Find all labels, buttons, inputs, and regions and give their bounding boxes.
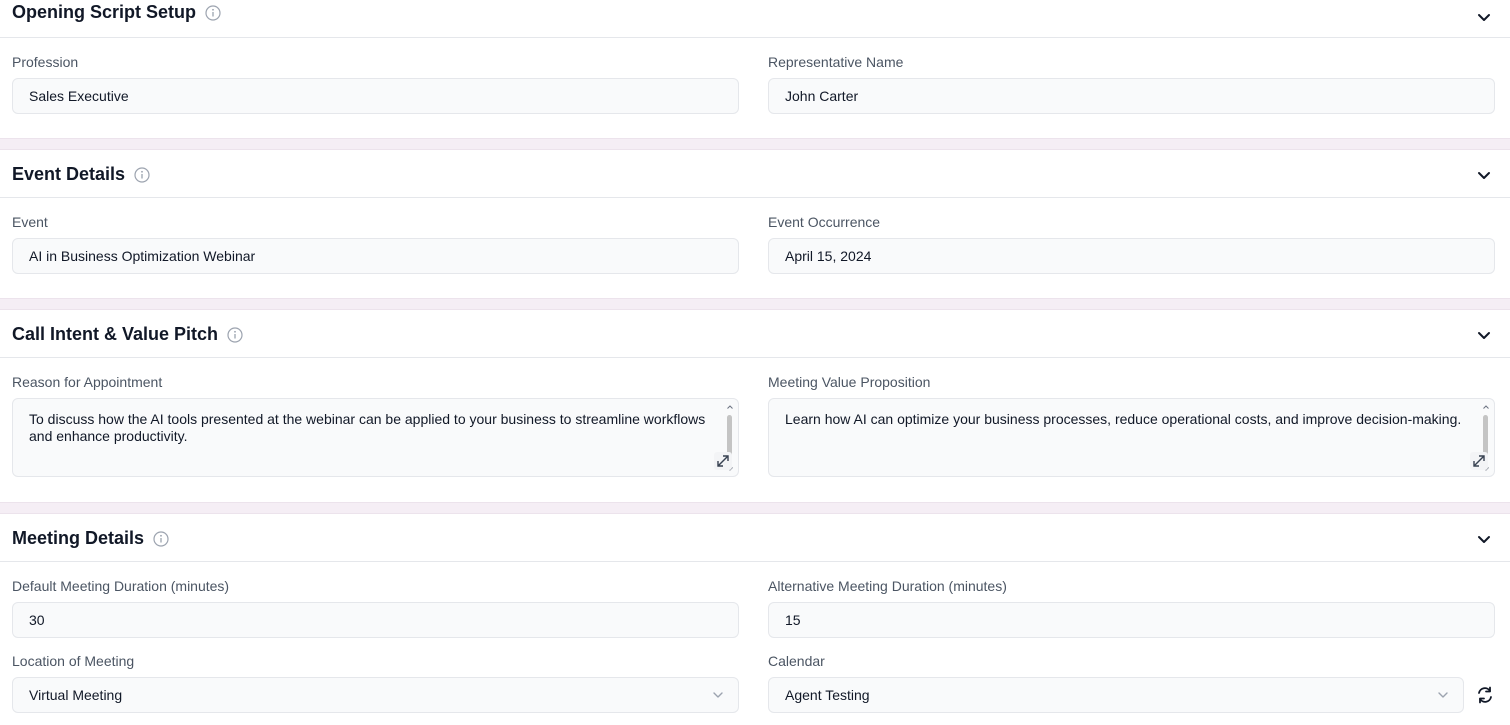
section-title: Meeting Details [12,528,169,549]
info-icon[interactable] [134,166,150,183]
default-duration-label: Default Meeting Duration (minutes) [12,578,230,594]
scroll-up-icon[interactable] [1482,403,1490,411]
profession-label: Profession [12,54,79,70]
value-proposition-label: Meeting Value Proposition [768,374,931,390]
alt-duration-label: Alternative Meeting Duration (minutes) [768,578,1007,594]
section-title-text: Opening Script Setup [12,2,197,22]
expand-icon[interactable] [714,452,732,470]
profession-field[interactable]: Sales Executive [12,78,739,114]
scroll-thumb[interactable] [1483,415,1488,457]
reason-textarea[interactable]: To discuss how the AI tools presented at… [12,398,739,477]
section-header[interactable]: Event Details [0,150,1510,198]
calendar-value: Agent Testing [785,687,870,703]
section-title: Opening Script Setup [12,2,221,23]
section-title: Event Details [12,164,150,185]
event-field[interactable]: AI in Business Optimization Webinar [12,238,739,274]
info-icon[interactable] [153,530,169,547]
representative-name-label: Representative Name [768,54,904,70]
section-header[interactable]: Opening Script Setup [0,0,1510,38]
section-header[interactable]: Meeting Details [0,514,1510,562]
event-details-section: Event Details Event AI in Business Optim… [0,150,1510,298]
reason-label: Reason for Appointment [12,374,163,390]
expand-icon[interactable] [1470,452,1488,470]
chevron-down-icon[interactable] [1476,9,1492,25]
location-value: Virtual Meeting [29,687,123,703]
section-title-text: Meeting Details [12,528,145,548]
chevron-down-icon[interactable] [712,689,724,701]
scroll-thumb[interactable] [727,415,732,457]
scroll-up-icon[interactable] [726,403,734,411]
section-header[interactable]: Call Intent & Value Pitch [0,310,1510,358]
section-title-text: Call Intent & Value Pitch [12,324,219,344]
reason-text: To discuss how the AI tools presented at… [29,411,706,444]
chevron-down-icon[interactable] [1476,167,1492,183]
section-title: Call Intent & Value Pitch [12,324,243,345]
event-occurrence-field[interactable]: April 15, 2024 [768,238,1495,274]
call-intent-section: Call Intent & Value Pitch Reason for App… [0,310,1510,502]
alt-duration-field[interactable]: 15 [768,602,1495,638]
opening-script-section: Opening Script Setup Profession Sales Ex… [0,0,1510,138]
event-label: Event [12,214,48,230]
meeting-details-section: Meeting Details Default Meeting Duration… [0,514,1510,725]
info-icon[interactable] [227,326,243,343]
section-title-text: Event Details [12,164,126,184]
section-divider [0,298,1510,310]
calendar-label: Calendar [768,653,825,669]
refresh-icon[interactable] [1476,686,1494,704]
chevron-down-icon[interactable] [1437,689,1449,701]
value-proposition-text: Learn how AI can optimize your business … [785,411,1462,427]
location-select[interactable]: Virtual Meeting [12,677,739,713]
default-duration-field[interactable]: 30 [12,602,739,638]
section-divider [0,502,1510,514]
location-label: Location of Meeting [12,653,135,669]
event-occurrence-label: Event Occurrence [768,214,881,230]
calendar-select[interactable]: Agent Testing [768,677,1464,713]
value-proposition-textarea[interactable]: Learn how AI can optimize your business … [768,398,1495,477]
info-icon[interactable] [205,4,221,21]
chevron-down-icon[interactable] [1476,531,1492,547]
representative-name-field[interactable]: John Carter [768,78,1495,114]
chevron-down-icon[interactable] [1476,327,1492,343]
section-divider [0,138,1510,150]
